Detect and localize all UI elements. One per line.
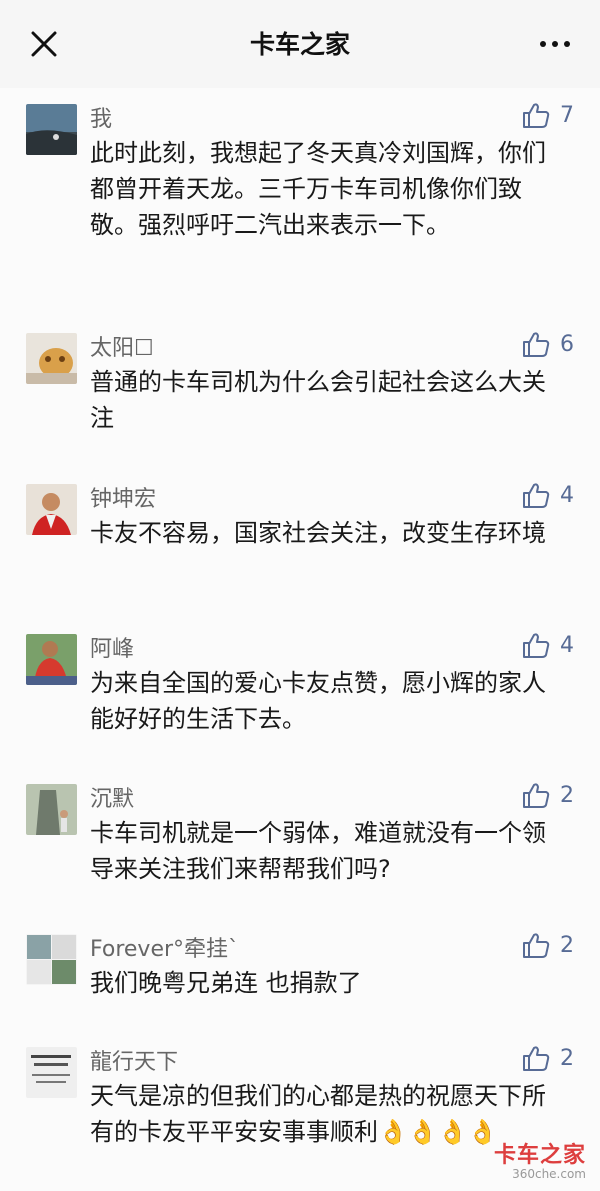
avatar[interactable] bbox=[26, 784, 77, 835]
more-dots-icon bbox=[540, 41, 546, 47]
comment-author[interactable]: 龍行天下 bbox=[90, 1044, 178, 1076]
avatar[interactable] bbox=[26, 333, 77, 384]
comment-item: 阿峰 4 为来自全国的爱心卡友点赞，愿小辉的家人能好好的生活下去。 bbox=[0, 618, 600, 768]
like-button[interactable]: 2 bbox=[522, 928, 574, 962]
avatar[interactable] bbox=[26, 104, 77, 155]
comment-author[interactable]: 钟坤宏 bbox=[90, 481, 156, 513]
like-button[interactable]: 2 bbox=[522, 778, 574, 812]
thumbs-up-icon bbox=[523, 483, 550, 508]
comment-author[interactable]: 沉默 bbox=[90, 781, 134, 813]
like-count: 6 bbox=[560, 331, 574, 357]
comment-author[interactable]: 阿峰 bbox=[90, 631, 134, 663]
watermark-brand: 卡车之家 bbox=[493, 1143, 586, 1168]
comment-author[interactable]: 太阳☐ bbox=[90, 330, 154, 362]
like-count: 2 bbox=[560, 782, 574, 808]
brand-watermark: 卡车之家 360che.com bbox=[494, 1137, 586, 1181]
comment-text: 卡车司机就是一个弱体，难道就没有一个领导来关注我们来帮帮我们吗? bbox=[90, 819, 546, 883]
comment-author[interactable]: Forever°牵挂` bbox=[90, 931, 239, 963]
comment-text: 卡友不容易，国家社会关注，改变生存环境 bbox=[90, 519, 546, 547]
comment-text: 为来自全国的爱心卡友点赞，愿小辉的家人能好好的生活下去。 bbox=[90, 669, 546, 733]
page-title: 卡车之家 bbox=[249, 30, 350, 59]
comment-text: 天气是凉的但我们的心都是热的祝愿天下所有的卡友平平安安事事顺利👌👌👌👌 bbox=[90, 1082, 546, 1146]
like-button[interactable]: 7 bbox=[522, 98, 574, 132]
top-navigation-bar: 卡车之家 bbox=[0, 0, 600, 88]
comment-item: 我 7 此时此刻，我想起了冬天真冷刘国辉，你们都曾开着天龙。三千万卡车司机像你们… bbox=[0, 88, 600, 317]
comment-item: 沉默 2 卡车司机就是一个弱体，难道就没有一个领导来关注我们来帮帮我们吗? bbox=[0, 768, 600, 918]
avatar[interactable] bbox=[26, 634, 77, 685]
thumbs-up-icon bbox=[523, 933, 550, 958]
like-button[interactable]: 2 bbox=[522, 1041, 574, 1075]
like-count: 2 bbox=[560, 932, 574, 958]
comment-item: 钟坤宏 4 卡友不容易，国家社会关注，改变生存环境 bbox=[0, 468, 600, 618]
like-count: 7 bbox=[560, 102, 574, 128]
comment-author[interactable]: 我 bbox=[90, 101, 112, 133]
comment-list: 我 7 此时此刻，我想起了冬天真冷刘国辉，你们都曾开着天龙。三千万卡车司机像你们… bbox=[0, 88, 600, 1191]
thumbs-up-icon bbox=[523, 332, 550, 357]
avatar[interactable] bbox=[26, 484, 77, 535]
comment-text: 普通的卡车司机为什么会引起社会这么大关注 bbox=[90, 368, 546, 432]
like-count: 4 bbox=[560, 482, 574, 508]
like-button[interactable]: 6 bbox=[522, 327, 574, 361]
comment-text: 我们晚粤兄弟连 也捐款了 bbox=[90, 969, 362, 997]
comment-text: 此时此刻，我想起了冬天真冷刘国辉，你们都曾开着天龙。三千万卡车司机像你们致敬。强… bbox=[90, 139, 546, 239]
thumbs-up-icon bbox=[523, 633, 550, 658]
avatar[interactable] bbox=[26, 1047, 77, 1098]
like-count: 4 bbox=[560, 632, 574, 658]
avatar[interactable] bbox=[26, 934, 77, 985]
thumbs-up-icon bbox=[523, 1046, 550, 1071]
comment-item: 太阳☐ 6 普通的卡车司机为什么会引起社会这么大关注 bbox=[0, 317, 600, 468]
more-options-button[interactable] bbox=[528, 26, 582, 62]
watermark-url: 360che.com bbox=[512, 1167, 586, 1181]
comment-item: Forever°牵挂` 2 我们晚粤兄弟连 也捐款了 bbox=[0, 918, 600, 1031]
like-button[interactable]: 4 bbox=[522, 478, 574, 512]
like-count: 2 bbox=[560, 1045, 574, 1071]
thumbs-up-icon bbox=[523, 103, 550, 128]
like-button[interactable]: 4 bbox=[522, 628, 574, 662]
thumbs-up-icon bbox=[523, 783, 550, 808]
